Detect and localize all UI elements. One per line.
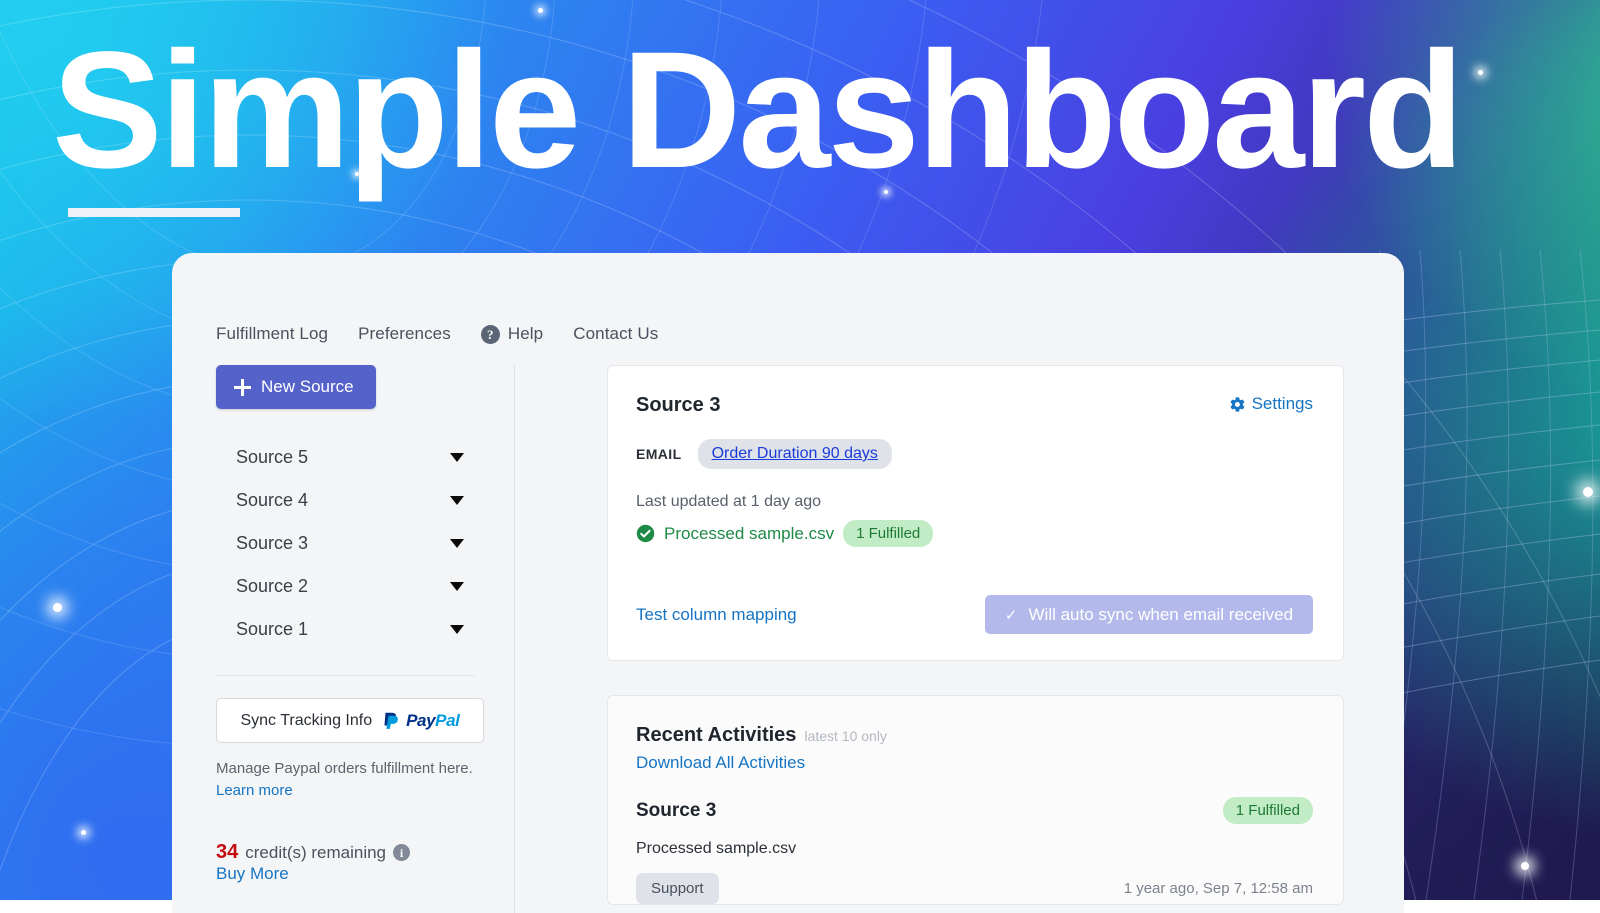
paypal-wordmark: PayPal [406,710,460,731]
plus-icon [234,378,251,396]
last-updated-text: Last updated at 1 day ago [636,493,822,510]
nav-label: Help [507,324,544,343]
app-panel: Fulfillment Log Preferences ? Help Conta… [172,253,1404,913]
credits-count: 34 [216,841,239,863]
paypal-note: Manage Paypal orders fulfillment here. [216,760,473,777]
activity-description: Processed sample.csv [636,840,797,857]
credits-label: credit(s) remaining [245,842,387,862]
download-all-activities-link[interactable]: Download All Activities [636,753,1313,773]
order-duration-pill[interactable]: Order Duration 90 days [697,439,892,469]
source-list: Source 5 Source 4 Source 3 Source 2 Sour… [216,436,474,651]
recent-activities-card: Recent Activities latest 10 only Downloa… [607,695,1344,905]
order-duration-link: Order Duration 90 days [711,445,878,462]
nav-item-help[interactable]: ? Help [480,324,544,344]
nav-item-preferences[interactable]: Preferences [358,324,451,344]
star-dot [1521,862,1529,870]
nav-label: Preferences [358,324,451,343]
source-type-label: EMAIL [636,446,682,462]
source-card-actions: Test column mapping ✓ Will auto sync whe… [636,595,1313,634]
check-circle-icon [636,524,655,543]
nav-label: Contact Us [573,324,659,343]
auto-sync-status-button[interactable]: ✓ Will auto sync when email received [985,595,1313,634]
recent-activities-header: Recent Activities latest 10 only [636,724,1313,747]
credits-remaining: 34 credit(s) remaining i [216,841,474,864]
sidebar-item-source-2[interactable]: Source 2 [216,565,474,608]
sidebar: New Source Source 5 Source 4 Source 3 So… [172,365,515,913]
new-source-label: New Source [261,377,354,396]
chevron-down-icon[interactable] [450,582,464,591]
test-column-mapping-link[interactable]: Test column mapping [636,605,797,625]
sidebar-item-source-4[interactable]: Source 4 [216,479,474,522]
activity-row-footer: Support 1 year ago, Sep 7, 12:58 am [636,873,1313,904]
nav-label: Fulfillment Log [216,324,329,343]
top-navigation: Fulfillment Log Preferences ? Help Conta… [172,253,1404,365]
source-card-title: Source 3 [636,394,721,416]
chevron-down-icon[interactable] [450,496,464,505]
settings-label: Settings [1251,394,1313,413]
status-badge: 1 Fulfilled [843,520,934,547]
source-label: Source 4 [236,490,309,510]
star-dot [53,603,62,612]
chevron-down-icon[interactable] [450,453,464,462]
nav-item-fulfillment-log[interactable]: Fulfillment Log [216,324,328,344]
nav-item-contact-us[interactable]: Contact Us [573,324,658,344]
panel-body: New Source Source 5 Source 4 Source 3 So… [172,365,1404,913]
activity-row-header: Source 3 1 Fulfilled [636,797,1313,824]
buy-more-link[interactable]: Buy More [216,864,289,883]
paypal-word-pal: Pal [435,710,460,730]
sidebar-item-source-1[interactable]: Source 1 [216,608,474,651]
new-source-button[interactable]: New Source [216,365,376,409]
paypal-logo: PayPal [381,710,460,731]
recent-activities-subtitle: latest 10 only [804,728,887,744]
recent-activities-title: Recent Activities [636,724,797,746]
main-content: Source 3 Settings EMAIL Order Duration 9… [515,365,1404,913]
source-status-row: Processed sample.csv 1 Fulfilled [636,520,1313,547]
source-label: Source 3 [236,533,309,553]
hero: Simple Dashboard [52,28,1552,217]
learn-more-link[interactable]: Learn more [216,782,474,799]
title-underline-rule [68,208,240,217]
activity-row: Source 3 1 Fulfilled Processed sample.cs… [636,797,1313,904]
source-label: Source 2 [236,576,309,596]
check-icon: ✓ [1004,606,1018,624]
sidebar-item-source-5[interactable]: Source 5 [216,436,474,479]
paypal-word-pay: Pay [406,710,436,730]
activity-source-name: Source 3 [636,799,717,821]
star-dot [538,8,543,13]
source-card: Source 3 Settings EMAIL Order Duration 9… [607,365,1344,661]
source-label: Source 1 [236,619,309,639]
sync-tracking-label: Sync Tracking Info [240,711,373,729]
sync-tracking-info-button[interactable]: Sync Tracking Info PayPal [216,698,484,743]
activity-tag: Support [636,873,719,904]
star-dot [81,830,86,835]
star-dot [1583,487,1593,497]
chevron-down-icon[interactable] [450,625,464,634]
activity-status-badge: 1 Fulfilled [1222,797,1313,824]
sidebar-item-source-3[interactable]: Source 3 [216,522,474,565]
page-title: Simple Dashboard [52,18,1464,203]
sidebar-divider [216,675,474,676]
activity-timestamp: 1 year ago, Sep 7, 12:58 am [1123,880,1313,897]
source-card-header: Source 3 Settings [636,394,1313,417]
paypal-mark-icon [384,712,398,729]
source-label: Source 5 [236,447,309,467]
settings-button[interactable]: Settings [1229,394,1313,414]
source-meta-row: EMAIL Order Duration 90 days [636,439,1313,469]
auto-sync-label: Will auto sync when email received [1028,604,1294,624]
chevron-down-icon[interactable] [450,539,464,548]
source-status-text: Processed sample.csv [664,523,835,543]
info-icon[interactable]: i [393,844,411,861]
question-mark-icon: ? [480,324,500,344]
gear-icon [1230,396,1244,412]
